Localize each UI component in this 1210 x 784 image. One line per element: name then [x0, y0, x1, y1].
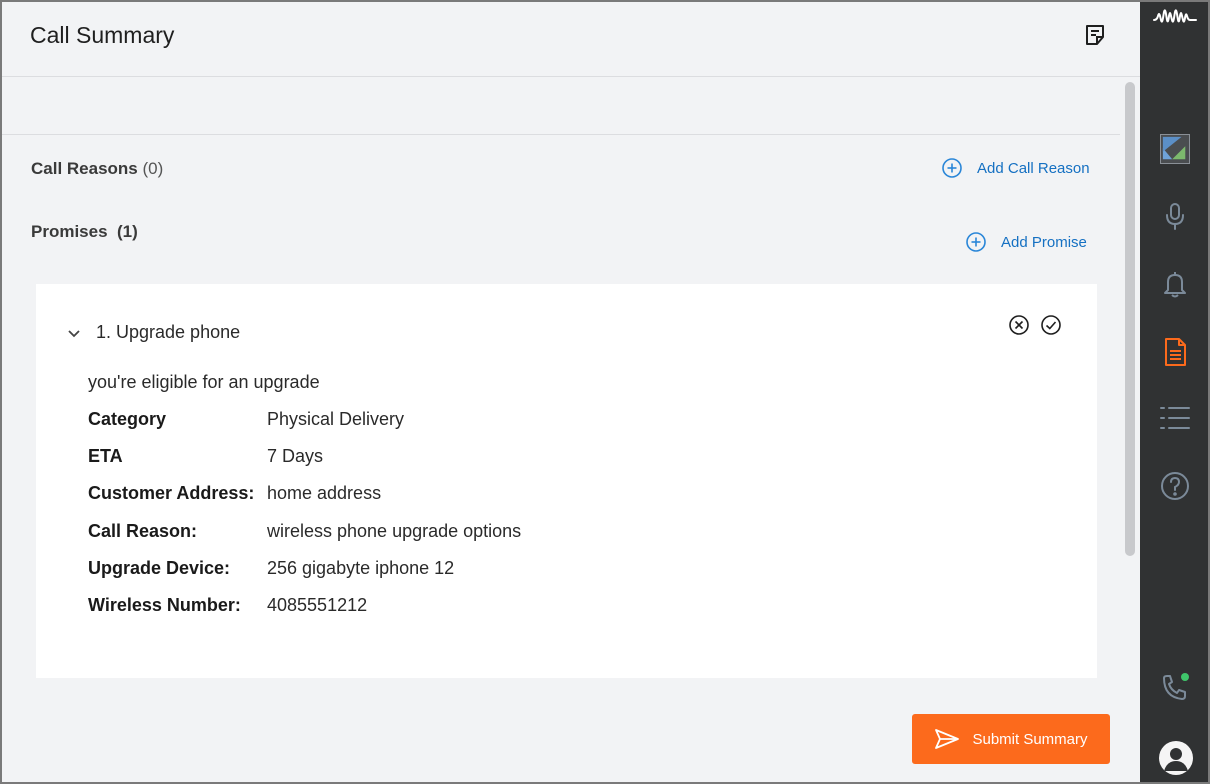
promise-title: 1. Upgrade phone: [96, 322, 241, 342]
promise-actions: [1008, 314, 1062, 336]
microphone-icon[interactable]: [1159, 200, 1191, 232]
accept-circle-icon[interactable]: [1040, 314, 1062, 336]
page-title: Call Summary: [30, 22, 175, 48]
send-icon: [935, 729, 960, 749]
plus-circle-icon: [966, 232, 986, 252]
detail-label: Upgrade Device:: [88, 558, 231, 578]
waveform-logo-icon: [1153, 9, 1197, 23]
reject-circle-icon[interactable]: [1008, 314, 1030, 336]
detail-value: home address: [267, 483, 382, 503]
online-status-dot: [1181, 673, 1189, 681]
submit-summary-button[interactable]: Submit Summary: [912, 714, 1110, 764]
detail-value: 7 Days: [267, 446, 324, 466]
bell-icon[interactable]: [1159, 268, 1191, 300]
detail-label: Wireless Number:: [88, 595, 241, 615]
image-placeholder-icon[interactable]: [1160, 134, 1190, 164]
chevron-down-icon[interactable]: [66, 325, 82, 341]
help-icon[interactable]: [1159, 470, 1191, 502]
right-sidebar: [1140, 2, 1208, 782]
promise-card: 1. Upgrade phone you're eligible for an …: [36, 284, 1097, 678]
detail-value: 4085551212: [267, 595, 368, 615]
detail-label: Call Reason:: [88, 521, 198, 541]
promise-card-header[interactable]: 1. Upgrade phone: [66, 322, 240, 343]
user-avatar-icon[interactable]: [1159, 741, 1193, 775]
header: Call Summary: [2, 2, 1140, 77]
detail-value: wireless phone upgrade options: [267, 521, 522, 541]
app-window: Call Summary Call Reasons (0) Add Call R…: [0, 0, 1210, 784]
promise-description: you're eligible for an upgrade: [88, 372, 320, 392]
promises-count: (1): [117, 222, 138, 241]
detail-value: 256 gigabyte iphone 12: [267, 558, 455, 578]
detail-label: ETA: [88, 446, 123, 466]
submit-summary-label: Submit Summary: [972, 730, 1088, 748]
plus-circle-icon: [942, 158, 962, 178]
add-promise-label: Add Promise: [1001, 233, 1087, 251]
document-icon[interactable]: [1159, 336, 1191, 368]
person-icon: [1164, 748, 1188, 771]
main-panel: Call Summary Call Reasons (0) Add Call R…: [2, 2, 1140, 782]
list-icon[interactable]: [1159, 402, 1191, 434]
call-reasons-count: (0): [142, 159, 164, 178]
call-reasons-label: Call Reasons: [31, 159, 138, 178]
add-call-reason-label: Add Call Reason: [977, 159, 1090, 177]
detail-value: Physical Delivery: [267, 409, 405, 429]
scrollbar-thumb[interactable]: [1125, 82, 1135, 556]
section-divider: [2, 134, 1120, 135]
call-reasons-heading: Call Reasons (0): [31, 159, 163, 179]
add-promise-button[interactable]: Add Promise: [965, 231, 1087, 253]
broken-image-icon: [1162, 136, 1186, 160]
detail-label: Customer Address:: [88, 483, 255, 503]
notes-icon[interactable]: [1083, 23, 1107, 47]
promises-heading: Promises (1): [31, 222, 138, 242]
detail-label: Category: [88, 409, 167, 429]
promises-label: Promises: [31, 222, 108, 241]
add-call-reason-button[interactable]: Add Call Reason: [941, 157, 1090, 179]
